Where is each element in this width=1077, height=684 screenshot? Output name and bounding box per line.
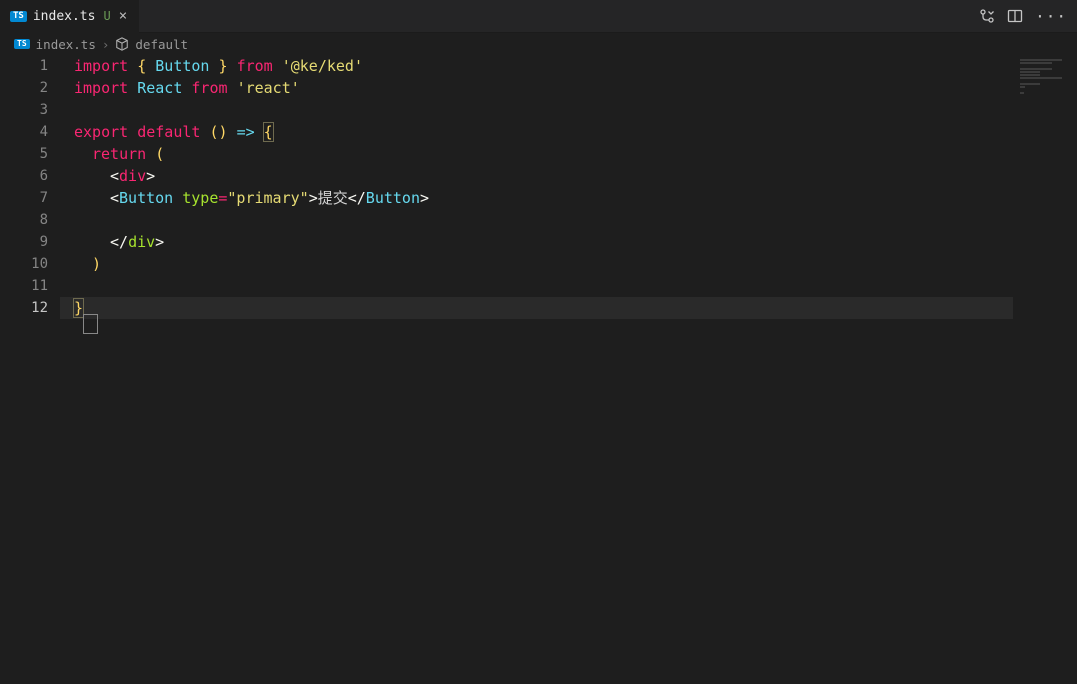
code-line[interactable]: } xyxy=(60,297,1013,319)
tab-close-icon[interactable]: × xyxy=(117,9,129,23)
tab-index-ts[interactable]: TS index.ts U × xyxy=(0,0,140,32)
tab-filename: index.ts xyxy=(33,9,96,24)
code-line[interactable]: return ( xyxy=(60,143,1013,165)
minimap[interactable] xyxy=(1015,55,1077,684)
more-actions-icon[interactable]: ··· xyxy=(1035,7,1067,26)
code-line[interactable]: ) xyxy=(60,253,1013,275)
line-number: 11 xyxy=(0,275,60,297)
code-line[interactable]: <div> xyxy=(60,165,1013,187)
code-line[interactable]: </div> xyxy=(60,231,1013,253)
ts-file-icon: TS xyxy=(14,39,30,49)
tab-bar: TS index.ts U × ··· xyxy=(0,0,1077,33)
code-line[interactable] xyxy=(60,275,1013,297)
symbol-module-icon xyxy=(115,37,129,51)
editor[interactable]: 1 2 3 4 5 6 7 8 9 10 11 12 import { Butt… xyxy=(0,55,1077,684)
line-number: 7 xyxy=(0,187,60,209)
tab-git-status: U xyxy=(103,9,110,23)
line-number: 5 xyxy=(0,143,60,165)
line-number: 4 xyxy=(0,121,60,143)
line-gutter: 1 2 3 4 5 6 7 8 9 10 11 12 xyxy=(0,55,60,684)
line-number: 10 xyxy=(0,253,60,275)
line-number: 3 xyxy=(0,99,60,121)
code-line[interactable] xyxy=(60,209,1013,231)
split-editor-icon[interactable] xyxy=(1007,8,1023,24)
code-line[interactable]: <Button type="primary">提交</Button> xyxy=(60,187,1013,209)
line-number: 2 xyxy=(0,77,60,99)
code-area[interactable]: import { Button } from '@ke/ked' import … xyxy=(60,55,1013,319)
compare-changes-icon[interactable] xyxy=(979,8,995,24)
breadcrumb-separator: › xyxy=(102,37,110,52)
code-line[interactable]: import React from 'react' xyxy=(60,77,1013,99)
breadcrumb[interactable]: TS index.ts › default xyxy=(0,33,1077,55)
tab-bar-spacer xyxy=(140,0,969,32)
tab-actions: ··· xyxy=(969,0,1077,32)
line-number: 1 xyxy=(0,55,60,77)
breadcrumb-file[interactable]: index.ts xyxy=(36,37,96,52)
code-line[interactable] xyxy=(60,99,1013,121)
code-line[interactable]: export default () => { xyxy=(60,121,1013,143)
line-number: 6 xyxy=(0,165,60,187)
breadcrumb-symbol[interactable]: default xyxy=(135,37,188,52)
line-number: 9 xyxy=(0,231,60,253)
line-number: 8 xyxy=(0,209,60,231)
ts-file-icon: TS xyxy=(10,11,27,22)
code-line[interactable]: import { Button } from '@ke/ked' xyxy=(60,55,1013,77)
line-number: 12 xyxy=(0,297,60,319)
